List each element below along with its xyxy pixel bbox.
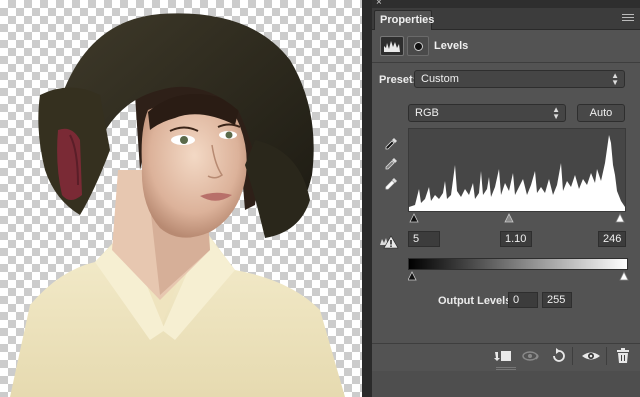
panel-divider[interactable]	[362, 0, 372, 397]
input-white-field[interactable]: 246	[598, 231, 626, 247]
output-levels-slider[interactable]	[407, 270, 630, 282]
dropdown-arrows-icon: ▲ ▼	[552, 105, 560, 121]
input-black-handle	[409, 213, 419, 223]
panel-title-bar[interactable]: ×	[372, 0, 640, 8]
portrait-image	[10, 13, 345, 397]
input-white-handle	[615, 213, 625, 223]
adjustment-title: Levels	[434, 40, 469, 52]
output-white-handle	[619, 271, 629, 281]
levels-histogram-icon[interactable]	[380, 36, 404, 56]
clip-to-layer-icon[interactable]	[492, 348, 514, 364]
document-canvas[interactable]	[0, 0, 362, 397]
divider	[372, 62, 640, 63]
panel-tab-bar: Properties	[372, 8, 640, 30]
view-previous-state-icon[interactable]	[520, 348, 542, 364]
output-black-handle	[407, 271, 417, 281]
trash-icon[interactable]	[612, 348, 634, 364]
panel-empty-area	[372, 371, 640, 397]
channel-value: RGB	[415, 107, 439, 119]
tab-properties[interactable]: Properties	[374, 10, 434, 30]
panel-bottom-bar	[372, 343, 640, 367]
gray-point-eyedropper-icon[interactable]	[383, 156, 399, 172]
preset-label: Preset:	[379, 74, 417, 86]
output-gradient-bar	[408, 258, 628, 270]
output-black-field[interactable]: 0	[508, 292, 538, 308]
properties-panel: × Properties Levels Preset: Custom ▲ ▼ RG…	[372, 0, 640, 397]
white-point-eyedropper-icon[interactable]	[383, 176, 399, 192]
histogram	[408, 128, 626, 212]
reset-icon[interactable]	[548, 348, 570, 364]
clipping-warning-icon[interactable]	[379, 234, 399, 250]
preset-value: Custom	[421, 73, 459, 85]
photoshop-window: × Properties Levels Preset: Custom ▲ ▼ RG…	[0, 0, 640, 397]
channel-dropdown[interactable]: RGB ▲ ▼	[408, 104, 566, 122]
visibility-eye-icon[interactable]	[580, 348, 602, 364]
input-gamma-field[interactable]: 1.10	[500, 231, 532, 247]
dropdown-arrows-icon: ▲ ▼	[611, 71, 619, 87]
auto-button[interactable]: Auto	[577, 104, 625, 122]
input-black-field[interactable]: 5	[408, 231, 440, 247]
input-gamma-handle	[504, 213, 514, 223]
histogram-shape	[409, 135, 625, 211]
mask-icon[interactable]	[407, 36, 429, 56]
black-point-eyedropper-icon[interactable]	[383, 136, 399, 152]
input-levels-slider[interactable]	[408, 212, 626, 224]
output-white-field[interactable]: 255	[542, 292, 572, 308]
output-levels-label: Output Levels:	[438, 295, 516, 307]
panel-menu-icon[interactable]	[622, 14, 634, 24]
preset-dropdown[interactable]: Custom ▲ ▼	[414, 70, 625, 88]
